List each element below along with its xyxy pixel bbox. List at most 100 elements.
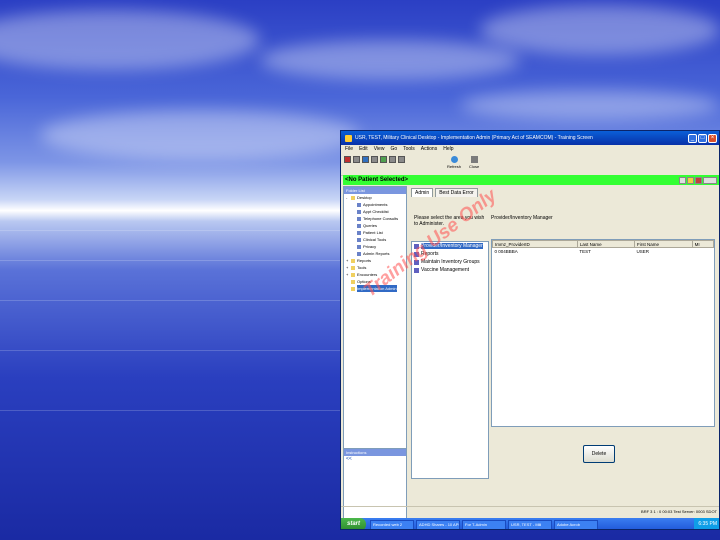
- cell-last-name: TEST: [579, 248, 591, 254]
- tree-item[interactable]: Queries: [344, 222, 406, 229]
- menu-file[interactable]: File: [345, 145, 353, 154]
- cell-first-name: USER: [636, 248, 649, 254]
- title-bar[interactable]: USR, TEST, Military Clinical Desktop - I…: [341, 131, 719, 145]
- menu-actions[interactable]: Actions: [421, 145, 437, 154]
- close-button[interactable]: ×: [708, 133, 717, 143]
- menu-help[interactable]: Help: [443, 145, 453, 154]
- task-icon: [414, 243, 419, 249]
- delete-button[interactable]: Delete: [583, 445, 615, 463]
- folder-icon: [351, 286, 355, 291]
- grid-header-row: Immz_ProviderID Last Name First Name MI: [492, 240, 715, 248]
- tree-item[interactable]: + Encounters: [344, 271, 406, 278]
- module-icon: [357, 244, 361, 249]
- refresh-button[interactable]: Refresh: [447, 156, 461, 169]
- app-icon: [345, 134, 352, 142]
- menu-view[interactable]: View: [374, 145, 385, 154]
- tree-item[interactable]: Privacy: [344, 243, 406, 250]
- column-header[interactable]: Immz_ProviderID: [492, 240, 578, 248]
- tree-item-label: Telephone Consults: [363, 216, 399, 221]
- folder-list-header: Folder List: [344, 187, 406, 194]
- start-button[interactable]: start: [341, 518, 367, 529]
- folder-list-tree: Folder List - Desktop Appointments Appt Che…: [343, 186, 407, 451]
- toolbar-icon-1[interactable]: [344, 156, 351, 163]
- menu-edit[interactable]: Edit: [359, 145, 368, 154]
- expand-toggle[interactable]: -: [346, 194, 350, 201]
- module-icon: [357, 230, 361, 235]
- tree-item[interactable]: Telephone Consults: [344, 215, 406, 222]
- tree-item[interactable]: + Tools: [344, 264, 406, 271]
- tree-item-label: Appt Checklist: [363, 209, 389, 214]
- tree-item-label: Appointments: [363, 202, 388, 207]
- tree-item-label: Options: [357, 279, 371, 284]
- module-icon: [357, 237, 361, 242]
- task-maintain-inventory-groups[interactable]: Maintain Inventory Groups: [412, 258, 488, 266]
- toolbar-icon-6[interactable]: [389, 156, 396, 163]
- info-icon[interactable]: [703, 176, 717, 184]
- tree-item[interactable]: Admin Reports: [344, 250, 406, 257]
- tree-item-label: Queries: [363, 223, 378, 228]
- close-module-button[interactable]: Close: [469, 156, 479, 169]
- minimize-button[interactable]: _: [688, 133, 697, 143]
- toolbar-icon-4[interactable]: [371, 156, 378, 163]
- tree-item[interactable]: Options: [344, 278, 406, 285]
- expand-toggle[interactable]: +: [346, 271, 350, 278]
- module-tabs: Admin Best Data Error: [411, 188, 478, 197]
- tree-item-label: Reports: [357, 258, 372, 263]
- toolbar-icon-2[interactable]: [353, 156, 360, 163]
- taskbar-item[interactable]: ADHD Shares - 10 APS: [416, 519, 461, 529]
- close-module-icon: [470, 156, 478, 163]
- tab-admin[interactable]: Admin: [411, 188, 434, 197]
- refresh-icon: [450, 156, 458, 163]
- status-bar: BRF 3 1 : 0 00:03 Test Server: 0003 SDOT: [341, 506, 719, 516]
- cell-provider-id: 0 004BBBA: [494, 248, 518, 254]
- expand-toggle[interactable]: +: [346, 264, 350, 271]
- folder-icon: [351, 195, 355, 200]
- tree-item-label: Implementation Admin: [357, 285, 397, 292]
- taskbar-item[interactable]: For T-Admin: [462, 519, 507, 529]
- module-icon: [357, 223, 361, 228]
- provider-grid: Immz_ProviderID Last Name First Name MI …: [491, 239, 715, 427]
- tree-item[interactable]: - Desktop: [344, 194, 406, 201]
- menu-go[interactable]: Go: [390, 145, 397, 154]
- column-header[interactable]: MI: [691, 240, 715, 248]
- patient-bar-icons: [679, 175, 719, 185]
- taskbar-item[interactable]: Adobe Acrob: [554, 519, 599, 529]
- toolbar: Refresh Close: [341, 154, 719, 176]
- toolbar-icon-7[interactable]: [398, 156, 405, 163]
- allergy-icon[interactable]: [687, 176, 694, 184]
- window-title: USR, TEST, Military Clinical Desktop - I…: [355, 135, 593, 141]
- tree-item[interactable]: + Reports: [344, 257, 406, 264]
- task-reports[interactable]: Reports: [412, 250, 488, 258]
- column-header[interactable]: Last Name: [576, 240, 635, 248]
- tree-item[interactable]: Patient List: [344, 229, 406, 236]
- instructions-header: Instructions: [344, 449, 406, 456]
- maximize-button[interactable]: □: [698, 133, 707, 143]
- tree-item[interactable]: Appt Checklist: [344, 208, 406, 215]
- expand-toggle[interactable]: +: [346, 257, 350, 264]
- task-provider-inventory-manager[interactable]: Provider/Inventory Manager: [412, 242, 488, 250]
- patient-selection-text: <No Patient Selected>: [345, 177, 409, 183]
- taskbar-item[interactable]: USR, TEST - Mili: [508, 519, 553, 529]
- tree-item[interactable]: Appointments: [344, 201, 406, 208]
- left-pane: Folder List - Desktop Appointments Appt Che…: [343, 186, 407, 529]
- toolbar-icon-3[interactable]: [362, 156, 369, 163]
- task-prompt: Please select the area you wish to Admin…: [414, 215, 485, 227]
- tab-best-data-error[interactable]: Best Data Error: [435, 188, 478, 197]
- task-vaccine-management[interactable]: Vaccine Management: [412, 266, 488, 274]
- tree-item-label: Desktop: [357, 195, 372, 200]
- column-header[interactable]: First Name: [633, 240, 693, 248]
- folder-icon: [351, 258, 355, 263]
- tree-item[interactable]: Implementation Admin: [344, 285, 406, 292]
- patient-flag-icon[interactable]: [679, 176, 686, 184]
- folder-icon: [351, 279, 355, 284]
- patient-bar[interactable]: <No Patient Selected>: [343, 175, 719, 185]
- menu-tools[interactable]: Tools: [403, 145, 415, 154]
- toolbar-icon-5[interactable]: [380, 156, 387, 163]
- taskbar-item[interactable]: Recorded web 2: [370, 519, 415, 529]
- system-tray-clock[interactable]: 6:35 PM: [694, 518, 719, 529]
- tree-item[interactable]: Clinical Tools: [344, 236, 406, 243]
- alert-icon[interactable]: [695, 176, 702, 184]
- table-row[interactable]: 0 004BBBA TEST USER: [493, 248, 714, 255]
- instructions-row[interactable]: <<: [344, 456, 406, 462]
- tree-item-label: Admin Reports: [363, 251, 390, 256]
